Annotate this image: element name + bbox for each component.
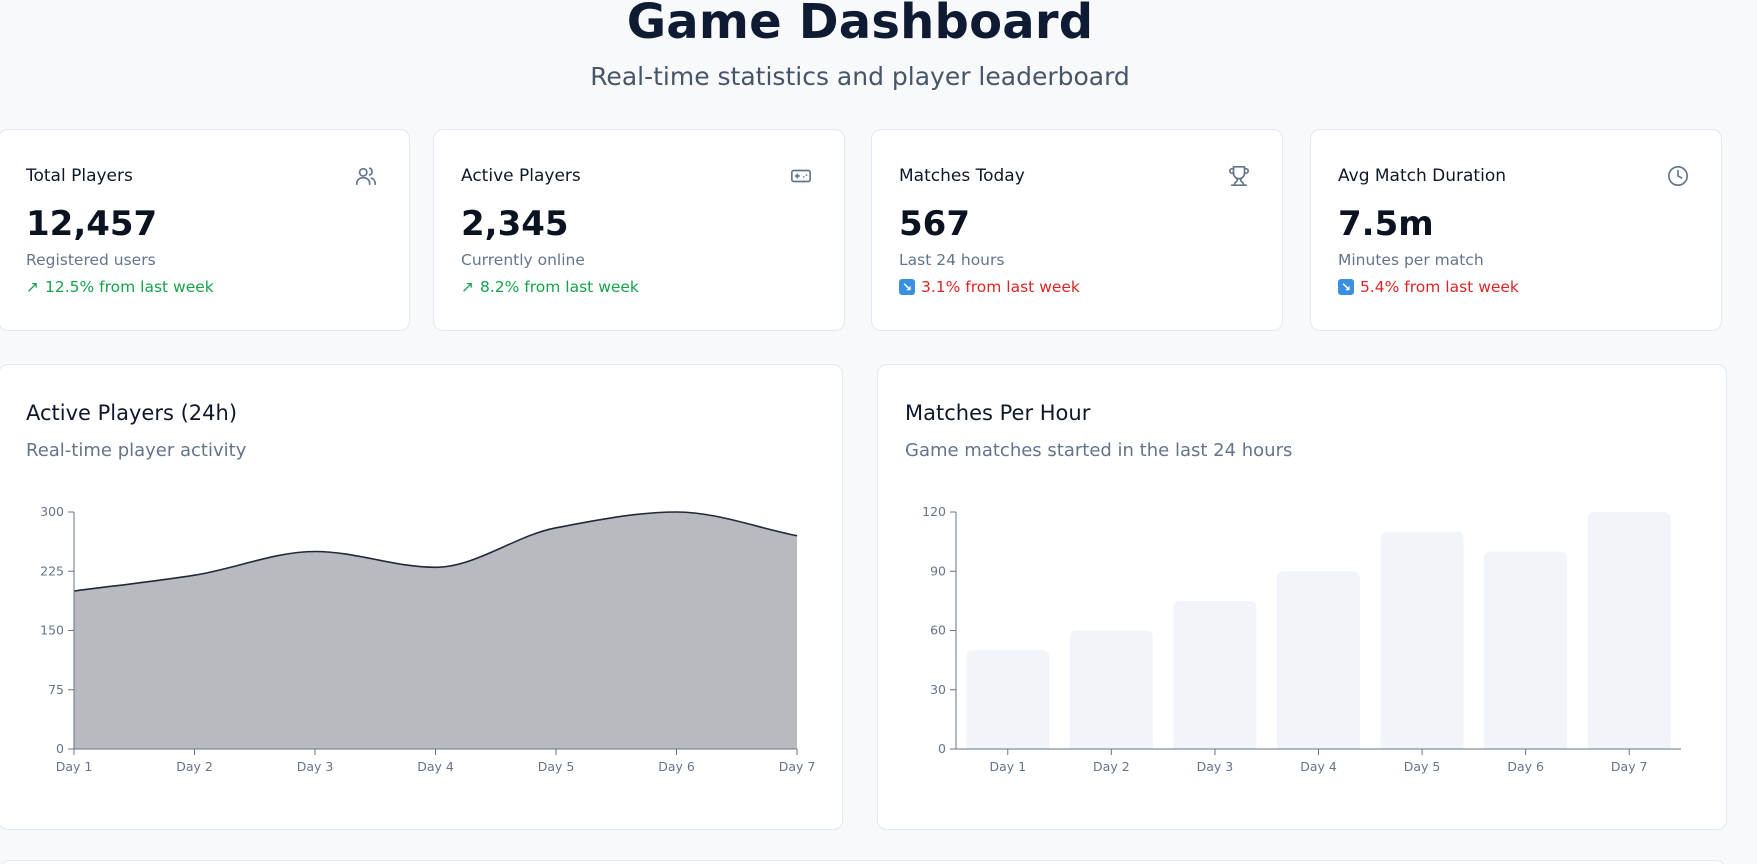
stat-title: Total Players	[26, 166, 133, 186]
stat-description: Last 24 hours	[899, 251, 1005, 269]
y-tick-label: 300	[40, 504, 64, 519]
y-tick-label: 120	[922, 504, 946, 519]
bar	[1069, 630, 1153, 749]
trend-up-icon: ↗	[461, 278, 474, 296]
bar	[1587, 512, 1671, 749]
y-tick-label: 0	[56, 741, 64, 756]
bar-base	[1173, 741, 1257, 749]
x-tick-label: Day 7	[779, 759, 816, 774]
chart-title: Active Players (24h)	[26, 401, 238, 425]
y-tick-label: 150	[40, 623, 64, 638]
stat-trend: ↗ 12.5% from last week	[26, 278, 214, 296]
dashboard-page: Game Dashboard Real-time statistics and …	[0, 0, 1757, 864]
bar	[1380, 531, 1464, 749]
trend-text: 8.2% from last week	[480, 278, 639, 296]
stat-value: 12,457	[26, 204, 158, 244]
y-tick-label: 0	[938, 741, 946, 756]
stat-trend: ↘ 3.1% from last week	[899, 278, 1080, 296]
stat-description: Currently online	[461, 251, 585, 269]
page-title: Game Dashboard	[626, 0, 1094, 50]
bar	[1277, 571, 1360, 749]
active-players-area-chart: 0 75 150 225 300 Day 1 Day 2 Day 3 Day 4 Day 5 Day…	[40, 504, 816, 774]
stat-card-active-players: Active Players 2,345 Currently online ↗ …	[433, 129, 845, 331]
y-tick-label: 90	[930, 563, 946, 578]
bar	[1484, 551, 1568, 749]
stat-title: Matches Today	[899, 166, 1025, 186]
x-tick-label: Day 2	[176, 759, 213, 774]
trend-down-icon: ↘	[1338, 279, 1354, 295]
bar-base	[1277, 741, 1360, 749]
trend-text: 5.4% from last week	[1360, 278, 1519, 296]
x-tick-label: Day 4	[417, 759, 454, 774]
leaderboard-card	[0, 860, 1726, 864]
page-subtitle: Real-time statistics and player leaderbo…	[590, 62, 1130, 91]
stat-value: 567	[899, 204, 970, 244]
bar	[966, 650, 1050, 749]
stat-trend: ↘ 5.4% from last week	[1338, 278, 1519, 296]
stat-title: Avg Match Duration	[1338, 166, 1506, 186]
x-tick-label: Day 3	[297, 759, 334, 774]
bar-base	[1380, 741, 1464, 749]
x-tick-label: Day 6	[658, 759, 695, 774]
area-fill	[74, 512, 797, 749]
matches-per-hour-chart-card: 0 30 60 90 120 Day 1 Day 2 Day 3 Day 4 Day 5 Day 6…	[877, 364, 1727, 830]
bar-base	[966, 741, 1050, 749]
bar-base	[1587, 741, 1671, 749]
matches-per-hour-bar-chart: 0 30 60 90 120 Day 1 Day 2 Day 3 Day 4 Day 5 Day 6…	[922, 504, 1681, 774]
bar	[1173, 600, 1257, 749]
x-tick-label: Day 2	[1093, 759, 1130, 774]
trend-down-icon: ↘	[899, 279, 915, 295]
x-tick-label: Day 5	[538, 759, 575, 774]
x-tick-label: Day 3	[1197, 759, 1234, 774]
trend-text: 12.5% from last week	[45, 278, 214, 296]
y-tick-label: 60	[930, 623, 946, 638]
y-tick-label: 225	[40, 563, 64, 578]
users-icon	[356, 167, 376, 186]
x-tick-label: Day 7	[1611, 759, 1648, 774]
bar-base	[1484, 741, 1568, 749]
stat-trend: ↗ 8.2% from last week	[461, 278, 639, 296]
stat-card-matches-today: Matches Today 567 Last 24 hours ↘ 3.1% f…	[871, 129, 1283, 331]
stat-description: Minutes per match	[1338, 251, 1484, 269]
stat-card-avg-match-duration: Avg Match Duration 7.5m Minutes per matc…	[1310, 129, 1722, 331]
bar-base	[1069, 741, 1153, 749]
trend-up-icon: ↗	[26, 278, 39, 296]
y-tick-label: 30	[930, 682, 946, 697]
page-header: Game Dashboard Real-time statistics and …	[0, 0, 1720, 92]
clock-icon	[1668, 166, 1688, 186]
trend-text: 3.1% from last week	[921, 278, 1080, 296]
chart-subtitle: Real-time player activity	[26, 440, 247, 461]
stat-description: Registered users	[26, 251, 156, 269]
stat-value: 2,345	[461, 204, 569, 244]
x-tick-label: Day 4	[1300, 759, 1337, 774]
x-tick-label: Day 1	[989, 759, 1026, 774]
chart-subtitle: Game matches started in the last 24 hour…	[905, 440, 1293, 461]
x-tick-label: Day 5	[1404, 759, 1441, 774]
x-tick-label: Day 1	[56, 759, 93, 774]
stat-card-total-players: Total Players 12,457 Registered users ↗ …	[0, 129, 410, 331]
x-tick-label: Day 6	[1507, 759, 1544, 774]
gamepad-icon	[791, 169, 811, 183]
stat-title: Active Players	[461, 166, 581, 186]
active-players-chart-card: 0 75 150 225 300 Day 1 Day 2 Day 3 Day 4 Day 5 Day…	[0, 364, 843, 830]
chart-title: Matches Per Hour	[905, 401, 1091, 425]
stat-value: 7.5m	[1338, 204, 1434, 244]
y-tick-label: 75	[48, 682, 64, 697]
trophy-icon	[1229, 166, 1249, 186]
